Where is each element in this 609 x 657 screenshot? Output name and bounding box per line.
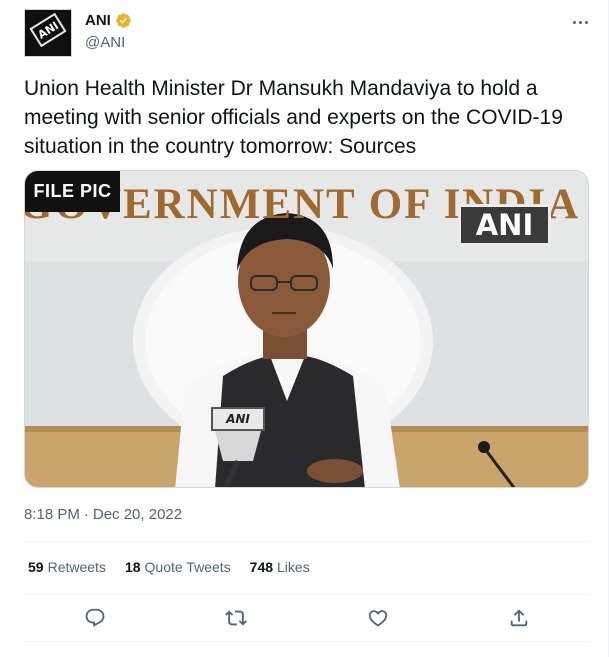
verified-badge-icon bbox=[116, 13, 131, 28]
reply-button[interactable] bbox=[81, 604, 109, 632]
timestamp-separator: · bbox=[83, 506, 89, 523]
tweet-time[interactable]: 8:18 PM bbox=[24, 506, 80, 523]
likes-count: 748 bbox=[249, 559, 274, 575]
retweets-stat[interactable]: 59 Retweets bbox=[28, 559, 106, 575]
retweet-button[interactable] bbox=[222, 604, 250, 632]
mic-label: ANI bbox=[226, 412, 250, 426]
likes-label: Likes bbox=[277, 559, 310, 575]
tweet-media[interactable]: GOVERNMENT OF INDIA FILE PIC ANI ANI bbox=[24, 170, 589, 488]
share-icon bbox=[510, 609, 528, 627]
more-dot-icon bbox=[584, 20, 588, 24]
author-handle[interactable]: @ANI bbox=[85, 34, 125, 51]
avatar[interactable]: ANI bbox=[24, 9, 72, 57]
likes-stat[interactable]: 748 Likes bbox=[250, 559, 310, 575]
ani-logo-icon: ANI bbox=[29, 12, 67, 48]
more-dot-icon bbox=[572, 20, 576, 24]
author-name[interactable]: ANI bbox=[85, 12, 111, 29]
retweets-label: Retweets bbox=[47, 559, 106, 575]
retweets-count: 59 bbox=[28, 559, 44, 575]
share-button[interactable] bbox=[505, 604, 533, 632]
reply-icon bbox=[85, 608, 105, 627]
divider bbox=[24, 641, 589, 642]
quote-tweets-count: 18 bbox=[124, 559, 141, 575]
like-button[interactable] bbox=[364, 604, 392, 632]
like-icon bbox=[368, 610, 388, 627]
author-name-row: ANI bbox=[85, 12, 132, 29]
avatar-logo-text: ANI bbox=[35, 18, 61, 42]
ani-watermark: ANI bbox=[458, 204, 551, 246]
engagement-stats: 59 Retweets 18 Quote Tweets 748 Likes bbox=[28, 559, 310, 575]
more-options-button[interactable] bbox=[568, 10, 592, 34]
tweet-text: Union Health Minister Dr Mansukh Mandavi… bbox=[24, 77, 563, 158]
more-dot-icon bbox=[578, 20, 582, 24]
tweet-card: ANI ANI @ANI Union Health Minister Dr Ma… bbox=[0, 0, 609, 657]
quote-tweets-stat[interactable]: 18 Quote Tweets bbox=[125, 559, 231, 575]
tweet-actions bbox=[24, 601, 589, 635]
tweet-date[interactable]: Dec 20, 2022 bbox=[93, 506, 182, 523]
divider bbox=[24, 541, 589, 542]
retweet-icon bbox=[225, 610, 247, 626]
tweet-timestamp: 8:18 PM · Dec 20, 2022 bbox=[24, 506, 182, 523]
file-pic-label: FILE PIC bbox=[25, 171, 120, 212]
quote-tweets-label: Quote Tweets bbox=[144, 559, 231, 575]
divider bbox=[24, 594, 589, 595]
